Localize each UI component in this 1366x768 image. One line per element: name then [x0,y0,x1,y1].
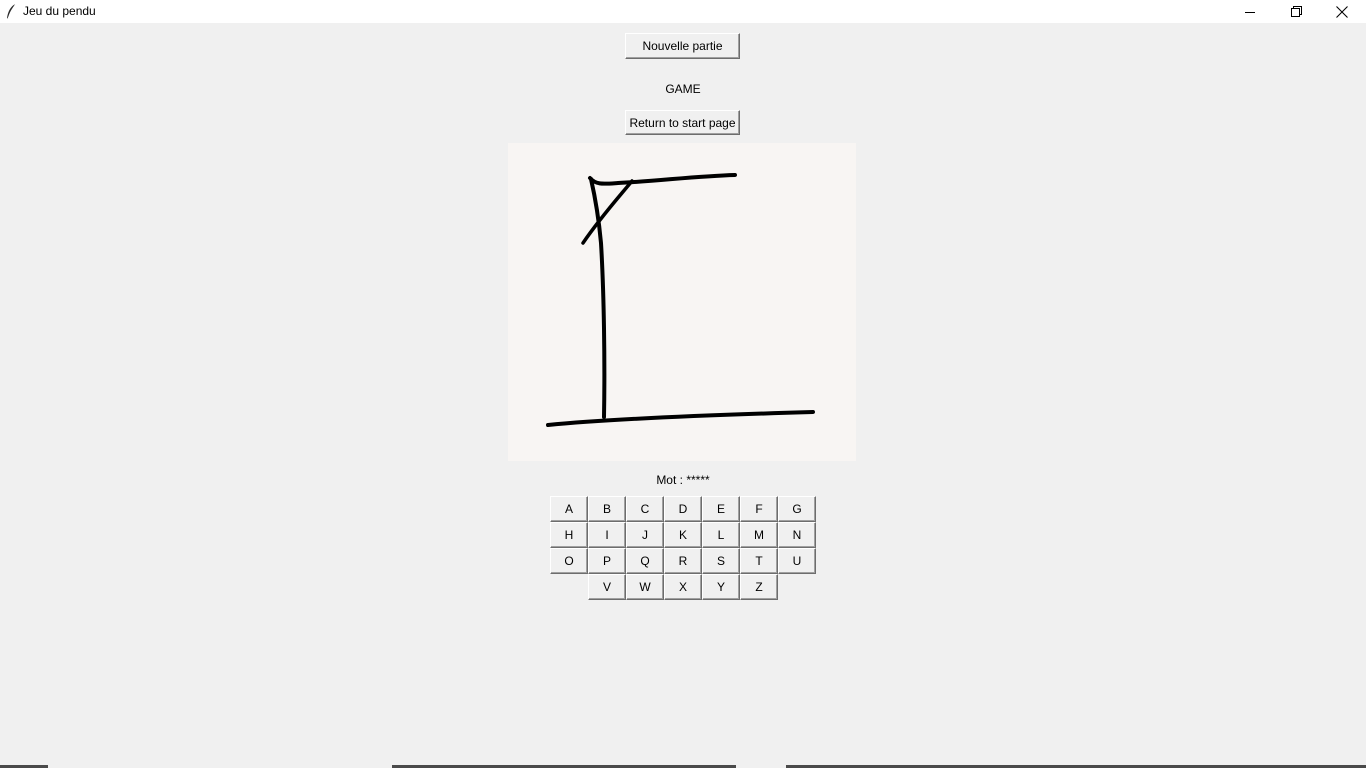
letter-button-b[interactable]: B [588,496,626,522]
letter-button-a[interactable]: A [550,496,588,522]
letter-button-z[interactable]: Z [740,574,778,600]
letter-button-s[interactable]: S [702,548,740,574]
game-heading: GAME [665,82,701,96]
window-title: Jeu du pendu [23,4,96,18]
letter-button-k[interactable]: K [664,522,702,548]
letter-button-m[interactable]: M [740,522,778,548]
masked-word: ***** [686,473,710,487]
letter-button-y[interactable]: Y [702,574,740,600]
letter-button-j[interactable]: J [626,522,664,548]
minimize-icon [1245,7,1255,17]
gallows-drawing [546,173,815,427]
hangman-canvas [508,143,856,461]
word-display: Mot : ***** [583,473,783,488]
letter-button-l[interactable]: L [702,522,740,548]
gallows-brace [581,179,634,245]
gallows-base [546,410,815,427]
letter-button-u[interactable]: U [778,548,816,574]
word-prefix: Mot : [656,473,687,487]
letter-button-v[interactable]: V [588,574,626,600]
new-game-button[interactable]: Nouvelle partie [625,33,740,59]
letter-button-f[interactable]: F [740,496,778,522]
letter-button-h[interactable]: H [550,522,588,548]
letter-button-g[interactable]: G [778,496,816,522]
restore-icon [1290,6,1302,17]
gallows-beam [588,173,737,186]
letter-button-x[interactable]: X [664,574,702,600]
close-button[interactable] [1319,0,1365,23]
letter-button-e[interactable]: E [702,496,740,522]
close-icon [1336,5,1348,18]
letter-button-t[interactable]: T [740,548,778,574]
return-to-start-button[interactable]: Return to start page [625,110,740,135]
letter-button-o[interactable]: O [550,548,588,574]
letter-button-p[interactable]: P [588,548,626,574]
title-bar: Jeu du pendu [0,0,1366,23]
letter-button-d[interactable]: D [664,496,702,522]
letter-button-r[interactable]: R [664,548,702,574]
letter-button-c[interactable]: C [626,496,664,522]
restore-button[interactable] [1273,0,1319,23]
letter-button-w[interactable]: W [626,574,664,600]
letter-button-n[interactable]: N [778,522,816,548]
letter-button-q[interactable]: Q [626,548,664,574]
game-window: Nouvelle partie GAME Return to start pag… [0,23,1366,768]
feather-icon [5,3,17,20]
letter-button-i[interactable]: I [588,522,626,548]
minimize-button[interactable] [1227,0,1273,23]
